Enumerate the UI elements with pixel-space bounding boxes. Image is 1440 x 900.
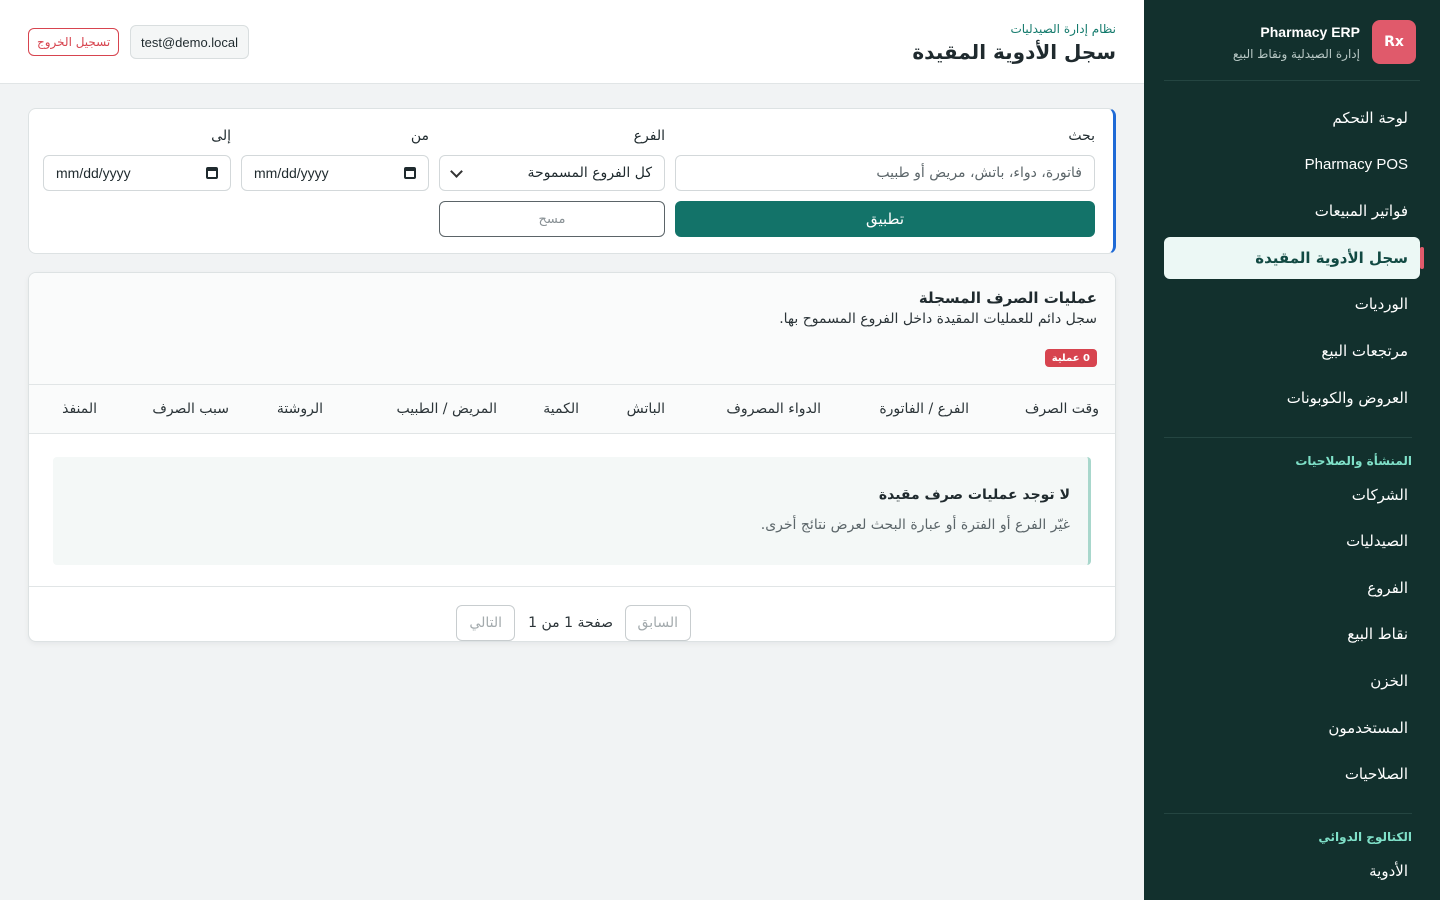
results-header: عمليات الصرف المسجلة سجل دائم للعمليات ا… — [29, 273, 1115, 385]
sidebar-section-title-catalog: الكتالوج الدوائي — [1318, 830, 1412, 845]
empty-state: لا توجد عمليات صرف مقيدة غيّر الفرع أو ا… — [53, 457, 1091, 565]
calendar-icon[interactable] — [404, 167, 416, 179]
pagination-divider — [29, 586, 1115, 587]
sidebar-divider — [1164, 80, 1420, 81]
sidebar-section-divider — [1164, 813, 1412, 815]
brand: Rx Pharmacy ERP إدارة الصيدلية ونقاط الب… — [1164, 20, 1416, 64]
page-indicator: صفحة 1 من 1 — [528, 615, 613, 631]
sidebar-item-companies[interactable]: الشركات — [1164, 474, 1420, 516]
to-date-value: mm/dd/yyyy — [56, 165, 131, 181]
apply-button[interactable]: تطبيق — [675, 201, 1095, 237]
sidebar-item-pharmacies[interactable]: الصيدليات — [1164, 520, 1420, 562]
chevron-down-icon — [450, 164, 463, 178]
branch-label: الفرع — [633, 128, 665, 144]
sidebar-item-medicines[interactable]: الأدوية — [1164, 850, 1420, 892]
brand-logo: Rx — [1372, 20, 1416, 64]
sidebar-item-dashboard[interactable]: لوحة التحكم — [1164, 97, 1420, 139]
sidebar-item-cash-boxes[interactable]: الخزن — [1164, 660, 1420, 702]
column-header-medicine: الدواء المصروف — [726, 401, 821, 417]
from-date-label: من — [410, 128, 429, 144]
to-date-label: إلى — [211, 128, 231, 144]
to-date-input[interactable]: mm/dd/yyyy — [43, 155, 231, 191]
branch-select[interactable]: كل الفروع المسموحة — [439, 155, 665, 191]
calendar-icon[interactable] — [206, 167, 218, 179]
empty-state-subtitle: غيّر الفرع أو الفترة أو عبارة البحث لعرض… — [760, 517, 1070, 533]
results-subtitle: سجل دائم للعمليات المقيدة داخل الفروع ال… — [779, 311, 1097, 327]
sidebar-item-points-of-sale[interactable]: نقاط البيع — [1164, 613, 1420, 655]
search-input[interactable]: فاتورة، دواء، باتش، مريض أو طبيب — [675, 155, 1095, 191]
sidebar-item-branches[interactable]: الفروع — [1164, 567, 1420, 609]
page-title: سجل الأدوية المقيدة — [912, 40, 1116, 64]
results-card: عمليات الصرف المسجلة سجل دائم للعمليات ا… — [28, 272, 1116, 642]
column-header-patient-doctor: المريض / الطبيب — [396, 401, 497, 417]
previous-page-button[interactable]: السابق — [624, 605, 691, 641]
sidebar: Rx Pharmacy ERP إدارة الصيدلية ونقاط الب… — [1144, 0, 1440, 900]
sidebar-item-sales-invoices[interactable]: فواتير المبيعات — [1164, 190, 1420, 232]
sidebar-item-permissions[interactable]: الصلاحيات — [1164, 753, 1420, 795]
sidebar-nav: لوحة التحكم Pharmacy POS فواتير المبيعات… — [1164, 97, 1424, 897]
column-header-batch: الباتش — [626, 401, 665, 417]
from-date-value: mm/dd/yyyy — [254, 165, 329, 181]
column-header-branch-invoice: الفرع / الفاتورة — [879, 401, 969, 417]
brand-subtitle: إدارة الصيدلية ونقاط البيع — [1232, 47, 1360, 61]
branch-selected-value: كل الفروع المسموحة — [527, 165, 652, 181]
empty-state-title: لا توجد عمليات صرف مقيدة — [878, 487, 1070, 503]
sidebar-item-restricted-drugs[interactable]: سجل الأدوية المقيدة — [1164, 236, 1424, 279]
sidebar-item-pos[interactable]: Pharmacy POS — [1164, 144, 1420, 186]
search-placeholder: فاتورة، دواء، باتش، مريض أو طبيب — [876, 165, 1082, 181]
column-header-quantity: الكمية — [543, 401, 579, 417]
sidebar-item-shifts[interactable]: الورديات — [1164, 283, 1420, 325]
count-badge: 0 عملية — [1044, 349, 1097, 367]
next-page-button[interactable]: التالي — [456, 605, 515, 641]
sidebar-item-offers-coupons[interactable]: العروض والكوبونات — [1164, 377, 1420, 419]
table-header: وقت الصرف الفرع / الفاتورة الدواء المصرو… — [29, 384, 1115, 434]
user-email-chip[interactable]: test@demo.local — [130, 25, 250, 59]
logout-button[interactable]: تسجيل الخروج — [28, 28, 120, 56]
breadcrumb: نظام إدارة الصيدليات — [1010, 22, 1116, 36]
sidebar-item-users[interactable]: المستخدمون — [1164, 707, 1420, 749]
column-header-executor: المنفذ — [62, 401, 97, 417]
filter-card: بحث الفرع من إلى فاتورة، دواء، باتش، مري… — [28, 108, 1116, 254]
from-date-input[interactable]: mm/dd/yyyy — [241, 155, 429, 191]
sidebar-item-sales-returns[interactable]: مرتجعات البيع — [1164, 330, 1420, 372]
brand-title: Pharmacy ERP — [1260, 24, 1360, 40]
column-header-reason: سبب الصرف — [152, 401, 229, 417]
results-title: عمليات الصرف المسجلة — [918, 289, 1097, 307]
clear-button[interactable]: مسح — [439, 201, 665, 237]
sidebar-section-divider — [1164, 436, 1412, 438]
column-header-prescription: الروشتة — [276, 401, 323, 417]
search-label: بحث — [1068, 128, 1095, 144]
column-header-dispense-time: وقت الصرف — [1024, 401, 1099, 417]
top-header: نظام إدارة الصيدليات سجل الأدوية المقيدة… — [0, 0, 1144, 84]
sidebar-section-title-org: المنشأة والصلاحيات — [1295, 453, 1412, 468]
